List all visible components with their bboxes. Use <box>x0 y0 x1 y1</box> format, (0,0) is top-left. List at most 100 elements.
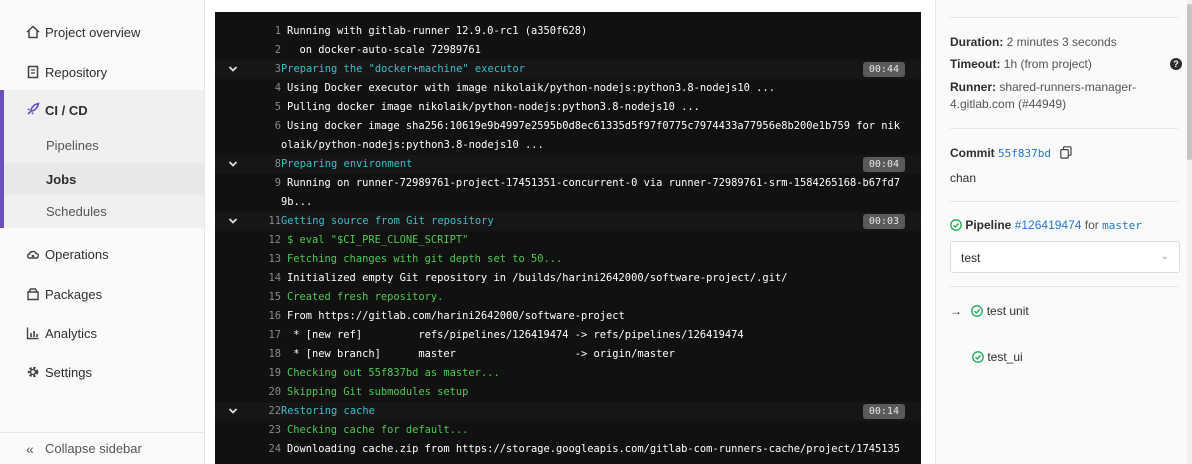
runner-label: Runner: <box>950 80 996 94</box>
sidebar-item-cicd[interactable]: CI / CD <box>4 90 204 130</box>
log-line-text: Preparing environment <box>281 158 413 170</box>
chevron-down-icon: ⌄ <box>1160 251 1169 262</box>
commit-label: Commit <box>950 146 995 160</box>
log-line-number[interactable]: 2 <box>275 41 281 60</box>
collapse-sidebar-button[interactable]: « Collapse sidebar <box>0 432 204 464</box>
commit-title: chan <box>950 171 977 185</box>
log-line-number[interactable]: 22 <box>268 402 281 421</box>
sidebar-item-label: Settings <box>45 364 92 380</box>
doc-icon <box>26 65 40 79</box>
pipeline-ref-link[interactable]: master <box>1102 219 1142 232</box>
log-line: olaik/python-nodejs:python3.8-nodejs10 .… <box>215 136 921 155</box>
sidebar-item-analytics[interactable]: Analytics <box>0 313 204 353</box>
log-line-number[interactable]: 14 <box>268 269 281 288</box>
rocket-icon <box>26 102 40 119</box>
pipeline-label: Pipeline <box>965 218 1012 232</box>
sidebar-subitem-jobs[interactable]: Jobs <box>4 163 204 195</box>
log-line: 13 Fetching changes with git depth set to… <box>215 250 921 269</box>
sidebar-subitem-pipelines[interactable]: Pipelines <box>4 129 204 161</box>
duration-value: 2 minutes 3 seconds <box>1003 35 1117 49</box>
job-item-test-unit[interactable]: → test unit <box>950 304 1029 318</box>
log-line-number[interactable]: 18 <box>268 345 281 364</box>
log-line: 18 * [new branch] master -> origin/maste… <box>215 345 921 364</box>
log-line-number[interactable]: 15 <box>268 288 281 307</box>
log-section-header[interactable]: 8 Preparing environment 00:04 <box>215 155 921 174</box>
divider <box>950 201 1178 202</box>
sidebar-subitem-label: Schedules <box>46 203 107 219</box>
pipeline-id-link[interactable]: #126419474 <box>1015 218 1082 232</box>
success-status-icon <box>971 305 984 317</box>
sidebar-item-packages[interactable]: Packages <box>0 274 204 314</box>
commit-row: Commit 55f837bd <box>950 146 1072 162</box>
collapse-sidebar-label: Collapse sidebar <box>45 441 142 456</box>
success-status-icon <box>950 219 962 231</box>
log-line-text: Preparing the "docker+machine" executor <box>281 63 525 75</box>
log-line-number[interactable]: 11 <box>268 212 281 231</box>
job-label: test unit <box>986 304 1029 318</box>
log-line-text: Pulling docker image nikolaik/python-nod… <box>287 101 700 113</box>
log-section-header[interactable]: 22 Restoring cache 00:14 <box>215 402 921 421</box>
log-line-number[interactable]: 1 <box>275 22 281 41</box>
sidebar-item-settings[interactable]: Settings <box>0 352 204 392</box>
chevron-down-icon[interactable] <box>228 64 238 74</box>
stage-select[interactable]: test ⌄ <box>950 241 1180 273</box>
timeout-label: Timeout: <box>950 57 1001 71</box>
log-line-number[interactable]: 16 <box>268 307 281 326</box>
project-sidebar: Project overview Repository CI / CD Pipe… <box>0 0 205 464</box>
log-line-text: From https://gitlab.com/harini2642000/so… <box>287 310 625 322</box>
sidebar-item-repository[interactable]: Repository <box>0 52 204 92</box>
section-duration-badge: 00:14 <box>862 404 905 419</box>
log-line-number[interactable]: 9 <box>275 174 281 193</box>
log-line: 9 Running on runner-72989761-project-1745… <box>215 174 921 193</box>
chevron-down-icon[interactable] <box>228 406 238 416</box>
log-line: 24 Downloading cache.zip from https://sto… <box>215 440 921 459</box>
copy-icon[interactable] <box>1060 146 1072 162</box>
log-line-text: on docker-auto-scale 72989761 <box>287 44 481 56</box>
divider <box>950 128 1178 129</box>
sidebar-subitem-label: Jobs <box>46 171 77 187</box>
success-status-icon <box>972 351 984 363</box>
chevron-down-icon[interactable] <box>228 159 238 169</box>
commit-sha-link[interactable]: 55f837bd <box>998 147 1051 160</box>
divider <box>950 286 1178 287</box>
help-icon[interactable]: ? <box>1170 58 1182 70</box>
log-line-text: Initialized empty Git repository in /bui… <box>287 272 788 284</box>
log-line-number[interactable]: 19 <box>268 364 281 383</box>
sidebar-item-label: Operations <box>45 246 109 262</box>
arrow-right-icon: → <box>950 304 962 318</box>
log-section-header[interactable]: 3 Preparing the "docker+machine" executor… <box>215 60 921 79</box>
log-line: 16 From https://gitlab.com/harini2642000/… <box>215 307 921 326</box>
log-line-number[interactable]: 5 <box>275 98 281 117</box>
log-line-number[interactable]: 24 <box>268 440 281 459</box>
log-line-number[interactable]: 20 <box>268 383 281 402</box>
section-duration-badge: 00:04 <box>862 157 905 172</box>
runner-row: Runner: shared-runners-manager-4.gitlab.… <box>950 79 1160 113</box>
job-log-terminal[interactable]: 1 Running with gitlab-runner 12.9.0-rc1 (… <box>215 12 921 464</box>
sidebar-item-operations[interactable]: Operations <box>0 234 204 274</box>
home-icon <box>26 25 40 39</box>
package-icon <box>26 287 40 301</box>
log-line-number[interactable]: 17 <box>268 326 281 345</box>
log-section-header[interactable]: 11 Getting source from Git repository 00:0… <box>215 212 921 231</box>
sidebar-item-label: Analytics <box>45 325 98 341</box>
log-line-number[interactable]: 12 <box>268 231 281 250</box>
log-line: 17 * [new ref] refs/pipelines/126419474 … <box>215 326 921 345</box>
page-scrollbar-thumb[interactable] <box>1187 4 1192 160</box>
chevron-down-icon[interactable] <box>228 216 238 226</box>
log-line-number[interactable]: 6 <box>275 117 281 136</box>
sidebar-item-project-overview[interactable]: Project overview <box>0 12 204 52</box>
log-line-number[interactable]: 4 <box>275 79 281 98</box>
log-line-number[interactable]: 23 <box>268 421 281 440</box>
log-line: 6 Using docker image sha256:10619e9b4997e… <box>215 117 921 136</box>
sidebar-subitem-schedules[interactable]: Schedules <box>4 195 204 227</box>
stage-select-value: test <box>961 251 981 265</box>
log-line-text: Skipping Git submodules setup <box>287 386 469 398</box>
double-chevron-left-icon: « <box>26 440 34 457</box>
log-line-text: 9b... <box>281 196 313 208</box>
sidebar-section-cicd: CI / CD Pipelines Jobs Schedules <box>0 90 204 228</box>
pipeline-for-text: for <box>1084 218 1099 232</box>
log-line-text: olaik/python-nodejs:python3.8-nodejs10 .… <box>281 139 544 151</box>
duration-label: Duration: <box>950 35 1004 49</box>
job-item-test-ui[interactable]: test_ui <box>972 350 1023 364</box>
log-line-number[interactable]: 13 <box>268 250 281 269</box>
